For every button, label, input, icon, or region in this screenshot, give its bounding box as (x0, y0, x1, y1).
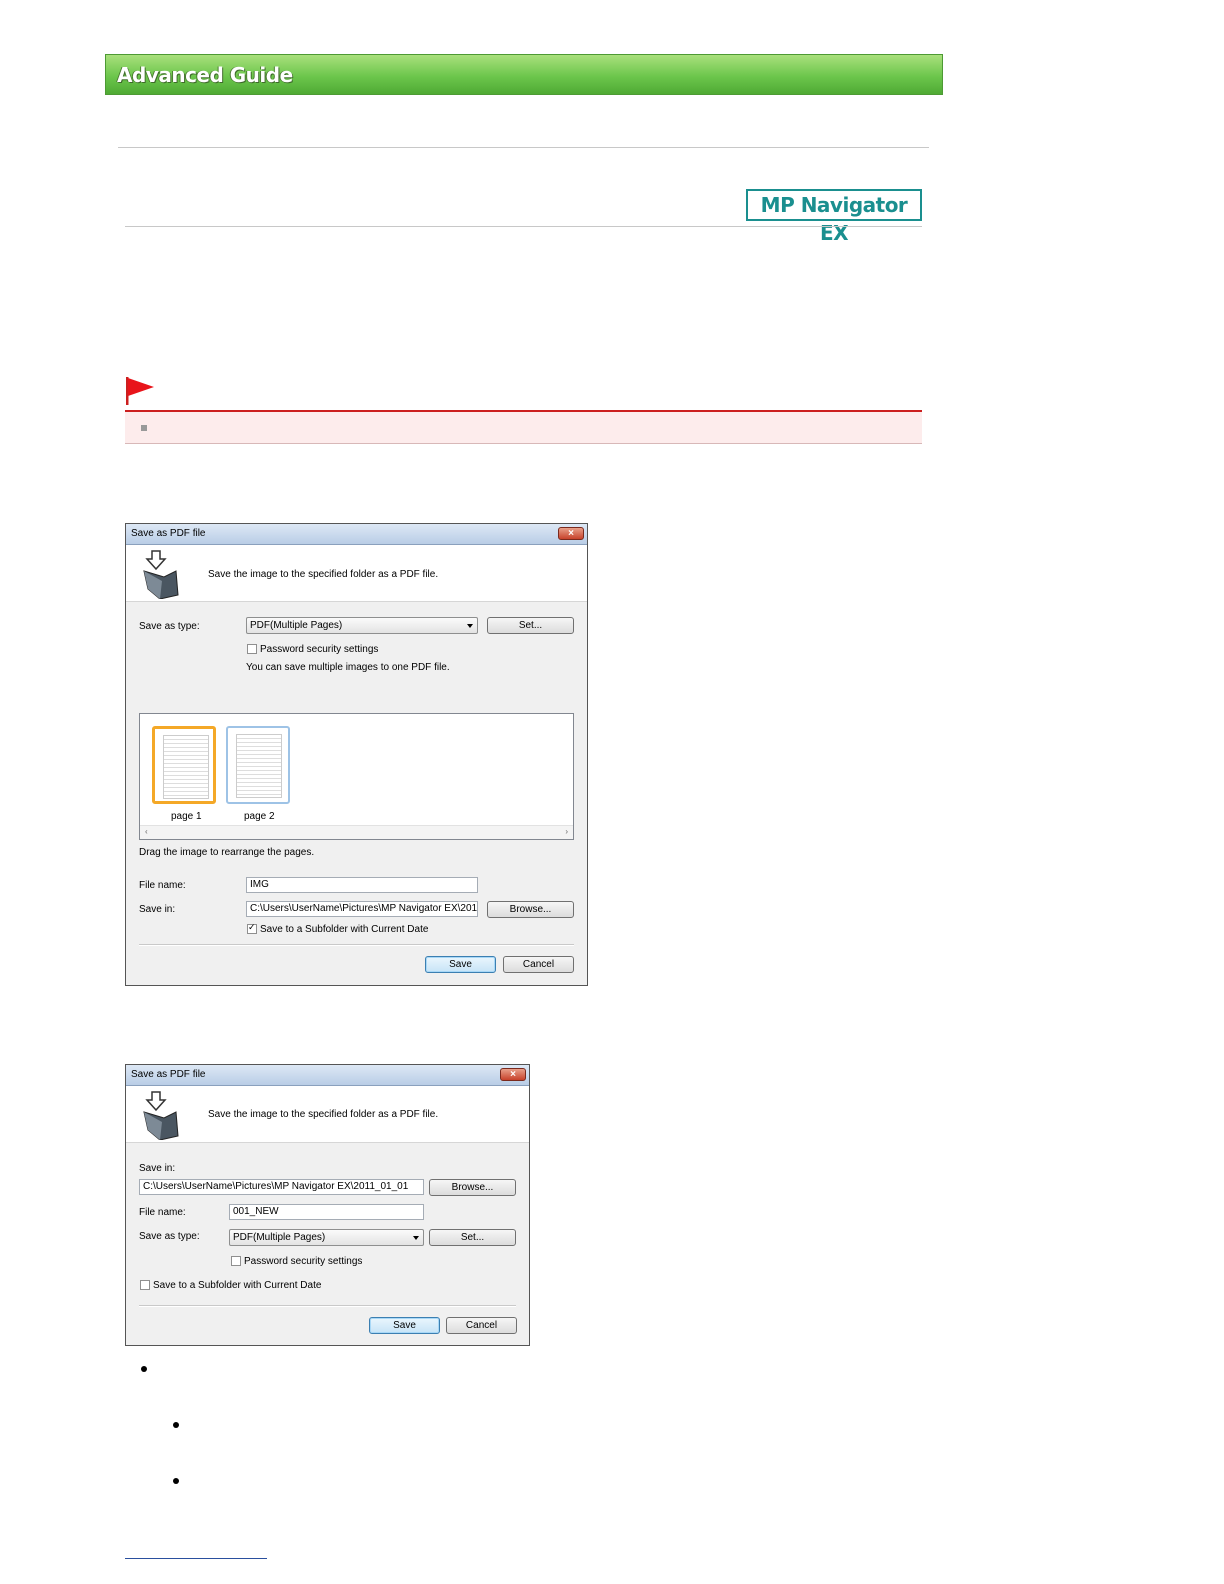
subfolder-checkbox[interactable] (247, 922, 257, 934)
thumbnail-page-1[interactable] (152, 726, 216, 804)
save-as-type-label: Save as type: (139, 1231, 200, 1242)
dialog-header: Save the image to the specified folder a… (126, 1086, 529, 1143)
horizontal-scrollbar[interactable]: ‹ › (140, 825, 573, 839)
password-checkbox-label: Password security settings (244, 1256, 363, 1267)
footer-link-underline (125, 1558, 267, 1559)
separator (139, 1305, 516, 1307)
password-checkbox[interactable] (247, 644, 257, 654)
list-bullet-icon (141, 1366, 147, 1372)
close-button[interactable]: × (500, 1068, 526, 1081)
set-button[interactable]: Set... (429, 1229, 516, 1246)
page-preview (236, 734, 282, 798)
dialog-description: Save the image to the specified folder a… (208, 1109, 439, 1120)
save-as-type-value: PDF(Multiple Pages) (233, 1232, 326, 1243)
save-in-input[interactable]: C:\Users\UserName\Pictures\MP Navigator … (246, 901, 478, 917)
subfolder-checkbox-label: Save to a Subfolder with Current Date (153, 1280, 322, 1291)
save-in-label: Save in: (139, 904, 176, 915)
chevron-down-icon (467, 624, 473, 628)
subfolder-checkbox-label: Save to a Subfolder with Current Date (260, 924, 429, 935)
file-name-label: File name: (139, 880, 186, 891)
save-folder-icon (143, 550, 179, 599)
dialog-header: Save the image to the specified folder a… (126, 545, 587, 602)
save-button[interactable]: Save (425, 956, 496, 973)
cancel-button[interactable]: Cancel (446, 1317, 517, 1334)
divider (125, 226, 922, 227)
product-badge: MP Navigator EX (746, 189, 922, 245)
page-preview (163, 735, 209, 799)
save-in-input[interactable]: C:\Users\UserName\Pictures\MP Navigator … (139, 1179, 424, 1195)
file-name-input[interactable]: 001_NEW (229, 1204, 424, 1220)
save-folder-icon (143, 1091, 179, 1140)
browse-button[interactable]: Browse... (429, 1179, 516, 1196)
thumbnail-area[interactable]: page 1 page 2 ‹ › (139, 713, 574, 840)
password-checkbox-label: Password security settings (260, 644, 379, 655)
file-name-label: File name: (139, 1207, 186, 1218)
cancel-button[interactable]: Cancel (503, 956, 574, 973)
save-as-pdf-dialog: Save as PDF file × Save the image to the… (125, 523, 588, 986)
note-bullet-icon (141, 425, 147, 431)
divider (118, 147, 929, 148)
dialog-titlebar: Save as PDF file × (126, 1065, 529, 1086)
scroll-right-icon[interactable]: › (565, 827, 568, 836)
save-as-pdf-dialog-2: Save as PDF file × Save the image to the… (125, 1064, 530, 1346)
chevron-down-icon (413, 1236, 419, 1240)
set-button[interactable]: Set... (487, 617, 574, 634)
flag-icon (126, 377, 154, 405)
file-name-input[interactable]: IMG (246, 877, 478, 893)
thumbnail-label: page 2 (244, 811, 275, 822)
header-banner: Advanced Guide (105, 54, 943, 95)
scroll-left-icon[interactable]: ‹ (145, 827, 148, 836)
list-bullet-icon (173, 1422, 179, 1428)
password-checkbox[interactable] (231, 1256, 241, 1266)
save-in-label: Save in: (139, 1163, 176, 1174)
save-button[interactable]: Save (369, 1317, 440, 1334)
dialog-titlebar: Save as PDF file × (126, 524, 587, 545)
dialog-title: Save as PDF file (131, 528, 206, 539)
save-as-type-select[interactable]: PDF(Multiple Pages) (246, 617, 478, 634)
save-as-type-select[interactable]: PDF(Multiple Pages) (229, 1229, 424, 1246)
info-text: You can save multiple images to one PDF … (246, 662, 450, 673)
thumbnail-page-2[interactable] (226, 726, 290, 804)
important-note-box (125, 410, 922, 444)
close-button[interactable]: × (558, 527, 584, 540)
thumbnail-label: page 1 (171, 811, 202, 822)
subfolder-checkbox[interactable] (140, 1280, 150, 1290)
drag-hint: Drag the image to rearrange the pages. (139, 847, 315, 858)
dialog-title: Save as PDF file (131, 1069, 206, 1080)
list-bullet-icon (173, 1478, 179, 1484)
save-as-type-value: PDF(Multiple Pages) (250, 620, 343, 631)
separator (139, 944, 574, 946)
save-as-type-label: Save as type: (139, 621, 200, 632)
dialog-description: Save the image to the specified folder a… (208, 569, 439, 580)
browse-button[interactable]: Browse... (487, 901, 574, 918)
header-title: Advanced Guide (117, 63, 293, 87)
